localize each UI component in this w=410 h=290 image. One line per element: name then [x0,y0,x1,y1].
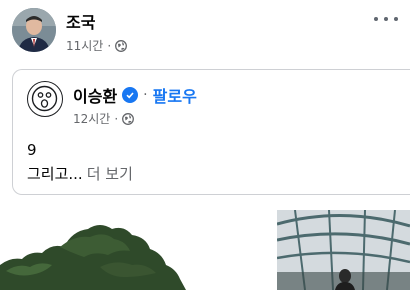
dot-separator: · [114,111,119,126]
shared-post-card[interactable]: 이승환 · 팔로우 12시간 · 9 그리고... 더 보기 [12,69,410,195]
author-avatar[interactable] [12,8,56,52]
shared-post-text: 그리고... [27,165,83,183]
post-meta: 11시간 · [66,37,128,54]
more-horizontal-icon-dot [394,17,398,21]
shared-post-text-line2: 그리고... 더 보기 [27,163,133,184]
globe-icon [115,39,128,52]
shared-author-name[interactable]: 이승환 [73,83,117,107]
post-timestamp[interactable]: 11시간 [66,37,103,54]
shared-post-timestamp[interactable]: 12시간 [73,110,110,127]
more-horizontal-icon-dot [384,17,388,21]
post-author-name[interactable]: 조국 [66,9,95,33]
photo-trees[interactable] [0,207,270,290]
shared-post-meta: 12시간 · [73,110,135,127]
see-more-link[interactable]: 더 보기 [87,165,133,183]
verified-badge-icon [122,87,139,103]
shared-name-row: 이승환 · 팔로우 [73,83,197,107]
post-header: 조국 11시간 · [0,0,410,62]
globe-icon [122,112,135,125]
more-options-button[interactable] [374,12,398,26]
shared-post-text-line1: 9 [27,141,37,159]
dot-separator: · [107,38,112,53]
photo-greenhouse[interactable] [277,210,410,290]
follow-button[interactable]: 팔로우 [153,83,197,107]
more-horizontal-icon-dot [374,17,378,21]
follow-separator: · [143,87,148,103]
shared-author-avatar[interactable] [27,81,63,117]
